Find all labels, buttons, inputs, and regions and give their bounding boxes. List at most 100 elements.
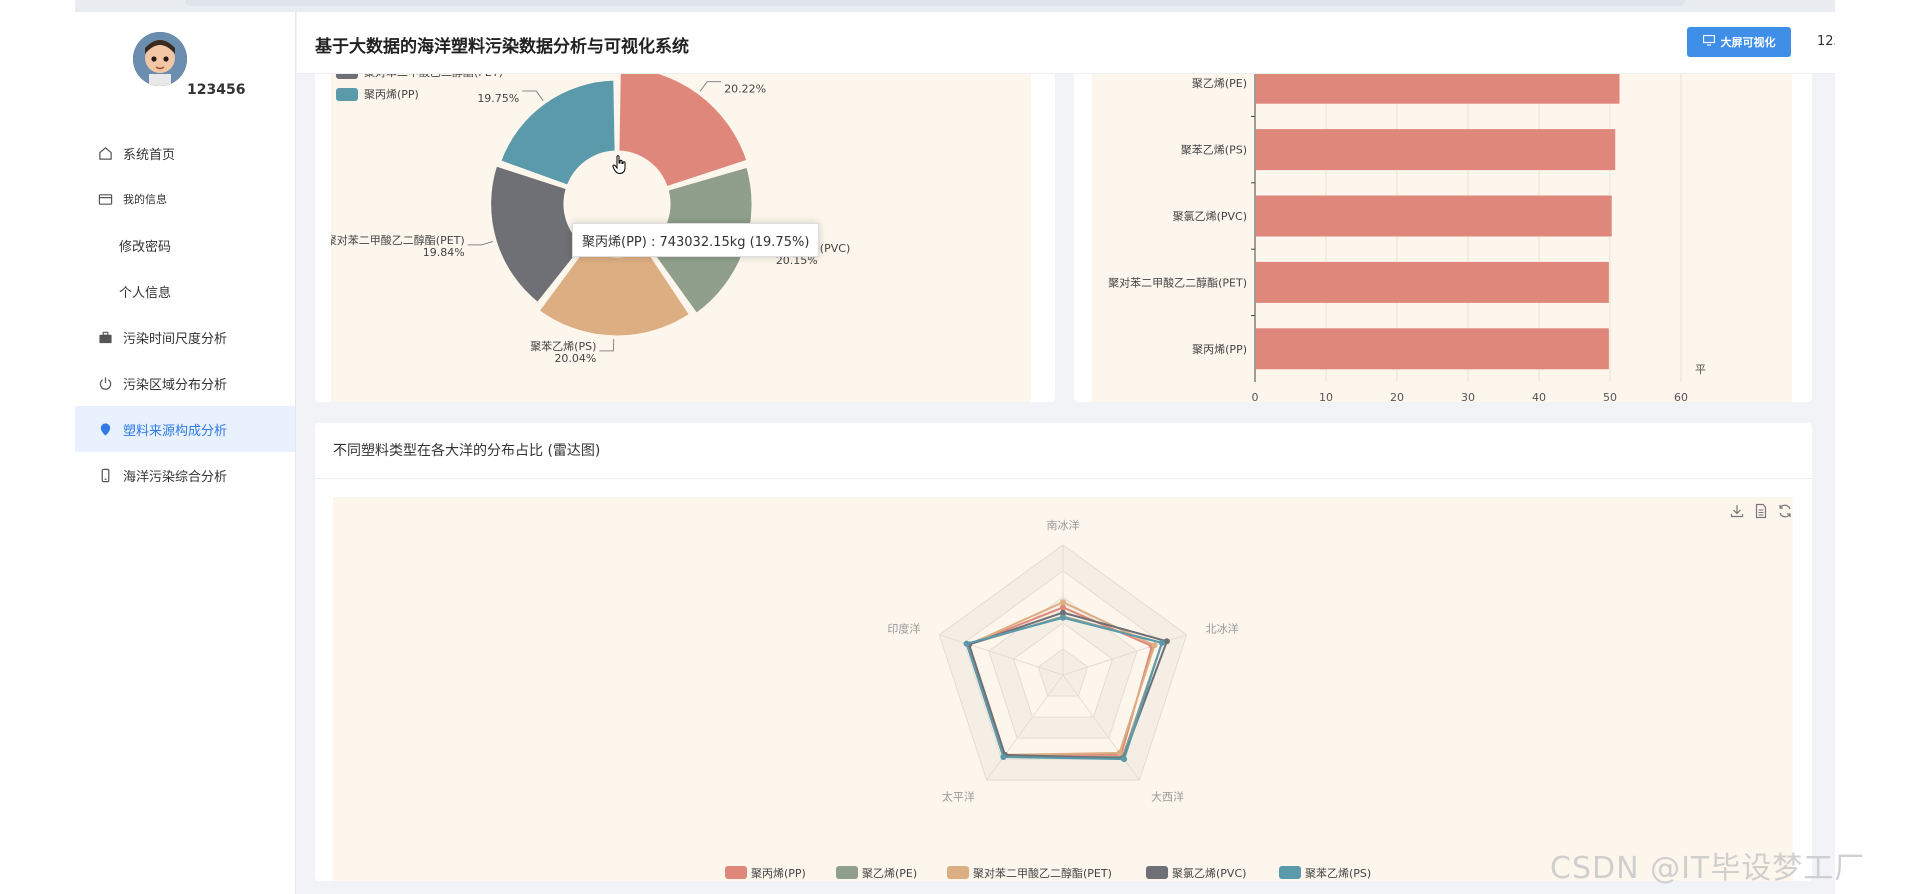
radar-indicator-label: 大西洋: [1151, 789, 1184, 803]
sidebar-item-label: 修改密码: [119, 239, 172, 255]
sidebar-item-label: 污染区域分布分析: [123, 377, 228, 393]
sidebar-item-home[interactable]: 系统首页: [75, 130, 295, 176]
chart-tooltip: 聚丙烯(PP) : 743032.15kg (19.75%): [572, 223, 820, 257]
bar[interactable]: [1256, 261, 1609, 303]
pie-slice-label: 聚苯乙烯(PS): [530, 339, 596, 353]
y-tick-label: 聚对苯二甲酸乙二醇酯(PET): [1108, 275, 1247, 289]
top-header: 基于大数据的海洋塑料污染数据分析与可视化系统 大屏可视化 123456▼: [297, 12, 1835, 74]
y-tick-label: 聚苯乙烯(PS): [1181, 143, 1247, 157]
refresh-icon[interactable]: [1777, 503, 1793, 519]
sidebar-nav: 系统首页 我的信息 修改密码 个人信息 污染时间尺度分析 污染区域分布分析 塑料…: [75, 130, 295, 498]
radar-point[interactable]: [963, 640, 970, 647]
y-tick-label: 聚丙烯(PP): [1192, 343, 1247, 356]
sidebar-item-change-password[interactable]: 修改密码: [75, 222, 295, 268]
legend-swatch: [836, 866, 858, 879]
bigscreen-label: 大屏可视化: [1720, 36, 1776, 49]
legend-label[interactable]: 聚对苯二甲酸乙二醇酯(PET): [973, 866, 1112, 880]
radar-indicator-label: 南冰洋: [1047, 518, 1080, 532]
radar-chart-area: 南冰洋 北冰洋 大西洋 太平洋 印度洋 聚丙烯(PP) 聚乙烯(PE) 聚对苯二甲酸乙二醇酯(…: [333, 497, 1793, 881]
x-tick-label: 40: [1532, 391, 1546, 402]
legend-label[interactable]: 聚乙烯(PE): [862, 867, 917, 880]
page-title: 基于大数据的海洋塑料污染数据分析与可视化系统: [315, 37, 689, 57]
watermark: CSDN @IT毕设梦工厂: [1550, 851, 1866, 886]
chart-toolbox: [1729, 503, 1793, 519]
radar-point[interactable]: [1000, 754, 1007, 761]
bar-chart-area: 0 10 20 30 40 50 60 平 聚乙烯(PE) 聚苯乙烯(PS) 聚氯乙烯(PVC) 聚对…: [1092, 40, 1792, 404]
sidebar-item-my-info[interactable]: 我的信息: [75, 176, 295, 222]
browser-top-strip: [75, 0, 1835, 12]
monitor-icon: [1702, 34, 1715, 49]
download-icon[interactable]: [1729, 503, 1745, 519]
sidebar-item-source-analysis[interactable]: 塑料来源构成分析: [75, 406, 295, 452]
sidebar-item-label: 塑料来源构成分析: [123, 423, 228, 439]
legend-swatch: [1279, 866, 1301, 879]
power-icon: [97, 375, 113, 391]
bar[interactable]: [1256, 129, 1616, 171]
pie-chart-area: 20.22%聚氯乙烯(PVC)20.15%聚苯乙烯(PS)20.04%聚对苯二甲…: [326, 40, 1031, 402]
user-dropdown-label: 123456: [1817, 34, 1835, 49]
bar[interactable]: [1256, 195, 1612, 237]
legend-label[interactable]: 聚苯乙烯(PS): [1305, 866, 1371, 880]
sidebar-item-profile[interactable]: 个人信息: [75, 268, 295, 314]
pie-label-line: [599, 338, 615, 352]
app-window: 123456 系统首页 我的信息 修改密码 个人信息 污染时间尺度分析 污染区域…: [75, 0, 1835, 894]
sidebar-item-comprehensive-analysis[interactable]: 海洋污染综合分析: [75, 452, 295, 498]
sidebar-item-label: 我的信息: [123, 193, 167, 206]
radar-indicator-label: 北冰洋: [1206, 622, 1239, 636]
pie-label-line: [467, 240, 494, 246]
x-tick-label: 60: [1674, 391, 1688, 402]
legend-label[interactable]: 聚氯乙烯(PVC): [1172, 866, 1246, 880]
pie-slice-pct: 20.22%: [724, 83, 766, 96]
briefcase-icon: [97, 329, 113, 345]
radar-point[interactable]: [1121, 756, 1128, 763]
legend-swatch: [725, 866, 747, 879]
x-tick-label: 20: [1390, 391, 1404, 402]
location-icon: [97, 421, 113, 437]
bigscreen-button[interactable]: 大屏可视化: [1687, 27, 1791, 57]
user-dropdown[interactable]: 123456▼: [1817, 34, 1835, 49]
pie-slice-pct: 20.04%: [554, 352, 596, 365]
sidebar-item-label: 污染时间尺度分析: [123, 331, 228, 347]
pie-chart: 20.22%聚氯乙烯(PVC)20.15%聚苯乙烯(PS)20.04%聚对苯二甲…: [326, 43, 850, 365]
legend-swatch: [336, 88, 358, 101]
radar-point[interactable]: [1116, 749, 1123, 756]
card-icon: [97, 191, 113, 207]
hand-cursor-icon: [612, 155, 626, 175]
pie-label-line: [699, 81, 722, 92]
sidebar-item-label: 系统首页: [123, 147, 176, 163]
radar-point[interactable]: [1060, 604, 1066, 611]
radar-point[interactable]: [1060, 599, 1066, 606]
sidebar-item-region-analysis[interactable]: 污染区域分布分析: [75, 360, 295, 406]
data-view-icon[interactable]: [1753, 503, 1769, 519]
x-tick-label: 30: [1461, 391, 1475, 402]
x-tick-label: 10: [1319, 391, 1333, 402]
x-tick-label: 50: [1603, 391, 1617, 402]
pie-slice-pct: 19.75%: [477, 92, 519, 105]
legend-label[interactable]: 聚丙烯(PP): [751, 867, 806, 880]
bar[interactable]: [1256, 328, 1609, 370]
radar-point[interactable]: [1151, 642, 1158, 649]
x-tick-label: 0: [1252, 391, 1259, 402]
x-axis-label: 平: [1695, 363, 1706, 376]
card-divider: [315, 478, 1812, 479]
radar-point[interactable]: [1060, 609, 1066, 616]
pie-slice-label: 聚对苯二甲酸乙二醇酯(PET): [331, 233, 465, 247]
bar-chart-card: 0 10 20 30 40 50 60 平 聚乙烯(PE) 聚苯乙烯(PS) 聚氯乙烯(PVC) 聚对…: [1074, 40, 1812, 404]
pie-chart-card: 20.22%聚氯乙烯(PVC)20.15%聚苯乙烯(PS)20.04%聚对苯二甲…: [315, 40, 1055, 402]
pie-slice-pct: 19.84%: [423, 246, 465, 259]
sidebar: 123456 系统首页 我的信息 修改密码 个人信息 污染时间尺度分析 污染区域…: [75, 12, 296, 894]
home-icon: [97, 145, 113, 161]
sidebar-username: 123456: [187, 82, 246, 98]
phone-icon: [97, 467, 113, 483]
radar-point[interactable]: [1158, 639, 1165, 646]
radar-indicator-label: 印度洋: [887, 622, 920, 636]
avatar[interactable]: [133, 32, 187, 86]
sidebar-item-time-analysis[interactable]: 污染时间尺度分析: [75, 314, 295, 360]
legend-label[interactable]: 聚丙烯(PP): [364, 88, 419, 101]
sidebar-item-label: 海洋污染综合分析: [123, 469, 228, 485]
radar-point[interactable]: [1060, 614, 1066, 621]
radar-card-title: 不同塑料类型在各大洋的分布占比 (雷达图): [333, 443, 601, 459]
radar-chart: 南冰洋北冰洋大西洋 太平洋 印度洋聚丙烯(PP) 聚乙烯(PE) 聚对苯二甲酸乙二醇酯(…: [725, 518, 1371, 880]
legend-swatch: [1146, 866, 1168, 879]
legend-swatch: [947, 866, 969, 879]
